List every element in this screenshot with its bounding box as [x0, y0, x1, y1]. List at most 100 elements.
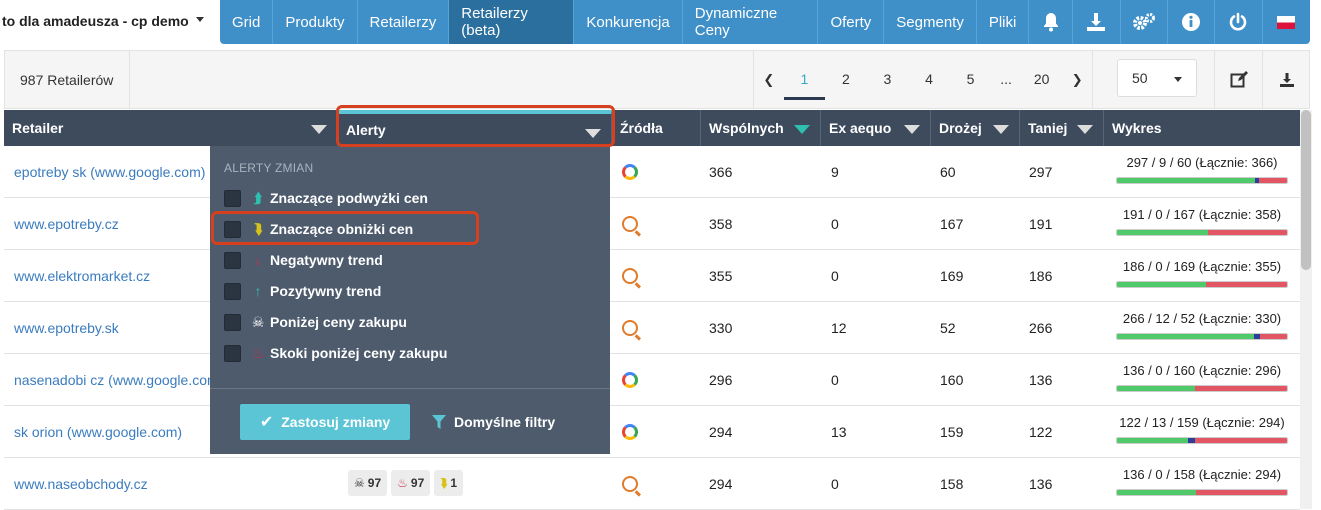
- dropdown-header: ALERTY ZMIAN: [224, 161, 314, 175]
- nav-pliki[interactable]: Pliki: [977, 0, 1030, 44]
- col-wspolnych[interactable]: Wspólnych: [701, 110, 821, 146]
- sort-icon[interactable]: [1077, 125, 1093, 134]
- page-2[interactable]: 2: [825, 51, 867, 108]
- alert-option[interactable]: ⮭ Znaczące podwyżki cen: [224, 188, 428, 208]
- col-drozej[interactable]: Drożej: [931, 110, 1020, 146]
- sort-icon[interactable]: [311, 125, 327, 134]
- alert-option[interactable]: ♨ Skoki poniżej ceny zakupu: [224, 343, 447, 363]
- nav-produkty[interactable]: Produkty: [273, 0, 358, 44]
- alert-badges: ☠ 97 ♨ 97 ⮯ 1: [348, 470, 464, 496]
- taniej-value: 297: [1029, 164, 1053, 180]
- wspolnych-value: 296: [709, 372, 733, 388]
- nav-dynamiczne-ceny[interactable]: Dynamiczne Ceny: [683, 0, 819, 44]
- sort-icon[interactable]: [794, 125, 810, 134]
- comparison-bar: [1116, 333, 1288, 340]
- chart-label: 191 / 0 / 167 (Łącznie: 358): [1122, 207, 1282, 222]
- per-page-select[interactable]: 50: [1117, 59, 1197, 97]
- nav-retailerzy-beta[interactable]: Retailerzy (beta): [449, 0, 575, 44]
- source-cell: [622, 302, 638, 354]
- taniej-value: 191: [1029, 216, 1053, 232]
- bar-segment-pricier: [1195, 438, 1287, 443]
- page-1[interactable]: 1: [783, 51, 826, 108]
- alert-option[interactable]: ↓ Negatywny trend: [224, 250, 383, 270]
- wspolnych-value: 355: [709, 268, 733, 284]
- nav-segmenty[interactable]: Segmenty: [884, 0, 977, 44]
- fire-icon: ♨: [397, 476, 408, 490]
- scrollbar[interactable]: [1300, 110, 1312, 509]
- col-wykres-label: Wykres: [1112, 120, 1162, 136]
- toolbar: 987 Retailerów ❮ 1 2 3 4 5 ... 20 ❯ 50: [4, 50, 1310, 109]
- ceneo-search-icon: [622, 320, 638, 336]
- power-icon[interactable]: [1215, 0, 1263, 44]
- bar-segment-cheaper: [1117, 438, 1188, 443]
- page-5[interactable]: 5: [950, 51, 992, 108]
- wspolnych-value: 294: [709, 476, 733, 492]
- retailer-link[interactable]: www.naseobchody.cz: [14, 458, 148, 510]
- alert-option-label: Poniżej ceny zakupu: [270, 314, 407, 330]
- comparison-bar: [1116, 385, 1288, 392]
- prev-page-icon[interactable]: ❮: [754, 51, 784, 108]
- checkbox[interactable]: [224, 282, 241, 300]
- alert-badge[interactable]: ⮯ 1: [434, 470, 464, 496]
- retailer-link[interactable]: www.elektromarket.cz: [14, 250, 150, 302]
- drozej-value: 160: [940, 372, 964, 388]
- nav-oferty[interactable]: Oferty: [818, 0, 885, 44]
- alert-option[interactable]: ☠ Poniżej ceny zakupu: [224, 312, 407, 332]
- col-taniej-label: Taniej: [1028, 120, 1068, 136]
- alert-badge[interactable]: ☠ 97: [348, 470, 388, 496]
- google-icon: [622, 164, 638, 180]
- bar-segment-equal: [1187, 438, 1196, 443]
- col-ex-aequo[interactable]: Ex aequo: [821, 110, 931, 146]
- retailer-link[interactable]: nasenadobi cz (www.google.com): [14, 354, 223, 406]
- ceneo-search-icon: [622, 476, 638, 492]
- sort-icon[interactable]: [904, 125, 920, 134]
- apply-button[interactable]: ✔ Zastosuj zmiany: [240, 404, 410, 440]
- project-selector[interactable]: to dla amadeusza - cp demo: [0, 0, 220, 42]
- nav-grid[interactable]: Grid: [220, 0, 274, 44]
- page-3[interactable]: 3: [867, 51, 909, 108]
- next-page-icon[interactable]: ❯: [1062, 51, 1092, 108]
- retailer-link[interactable]: epotreby sk (www.google.com): [14, 146, 205, 198]
- scrollbar-thumb[interactable]: [1301, 110, 1311, 270]
- comparison-chart: 266 / 12 / 52 (Łącznie: 330): [1114, 302, 1290, 354]
- checkbox[interactable]: [224, 313, 241, 331]
- comparison-bar: [1116, 229, 1288, 236]
- default-filters-button[interactable]: Domyślne filtry: [432, 404, 555, 440]
- checkbox[interactable]: [224, 189, 241, 207]
- main-nav: Grid Produkty Retailerzy Retailerzy (bet…: [220, 0, 1310, 44]
- page-20[interactable]: 20: [1021, 51, 1063, 108]
- col-zrodla-label: Źródła: [620, 120, 663, 136]
- default-filters-label: Domyślne filtry: [454, 414, 556, 430]
- export-button[interactable]: [1262, 51, 1310, 108]
- ex-aequo-value: 0: [831, 372, 839, 388]
- source-cell: [622, 146, 638, 198]
- gears-icon[interactable]: [1121, 0, 1168, 44]
- alert-option[interactable]: ↑ Pozytywny trend: [224, 281, 381, 301]
- retailer-link[interactable]: sk orion (www.google.com): [14, 406, 182, 458]
- info-icon[interactable]: [1168, 0, 1216, 44]
- arrow-up-icon: ↑: [254, 283, 262, 299]
- sort-icon[interactable]: [993, 125, 1009, 134]
- source-cell: [622, 250, 638, 302]
- ex-aequo-value: 0: [831, 268, 839, 284]
- col-zrodla[interactable]: Źródła: [612, 110, 701, 146]
- retailer-link[interactable]: www.epotreby.cz: [14, 198, 119, 250]
- edit-button[interactable]: [1214, 51, 1262, 108]
- checkbox[interactable]: [224, 344, 241, 362]
- flag-pl-icon[interactable]: [1263, 0, 1310, 44]
- wspolnych-value: 358: [709, 216, 733, 232]
- source-cell: [622, 198, 638, 250]
- bell-icon[interactable]: [1029, 0, 1074, 44]
- chart-label: 266 / 12 / 52 (Łącznie: 330): [1122, 311, 1282, 326]
- col-taniej[interactable]: Taniej: [1020, 110, 1104, 146]
- col-retailer[interactable]: Retailer: [4, 110, 338, 146]
- retailer-link[interactable]: www.epotreby.sk: [14, 302, 119, 354]
- nav-retailerzy[interactable]: Retailerzy: [358, 0, 450, 44]
- nav-konkurencja[interactable]: Konkurencja: [574, 0, 683, 44]
- download-icon[interactable]: [1073, 0, 1121, 44]
- page-4[interactable]: 4: [908, 51, 950, 108]
- checkbox[interactable]: [224, 251, 241, 269]
- comparison-bar: [1116, 437, 1288, 444]
- ex-aequo-value: 12: [831, 320, 847, 336]
- alert-badge[interactable]: ♨ 97: [391, 470, 431, 496]
